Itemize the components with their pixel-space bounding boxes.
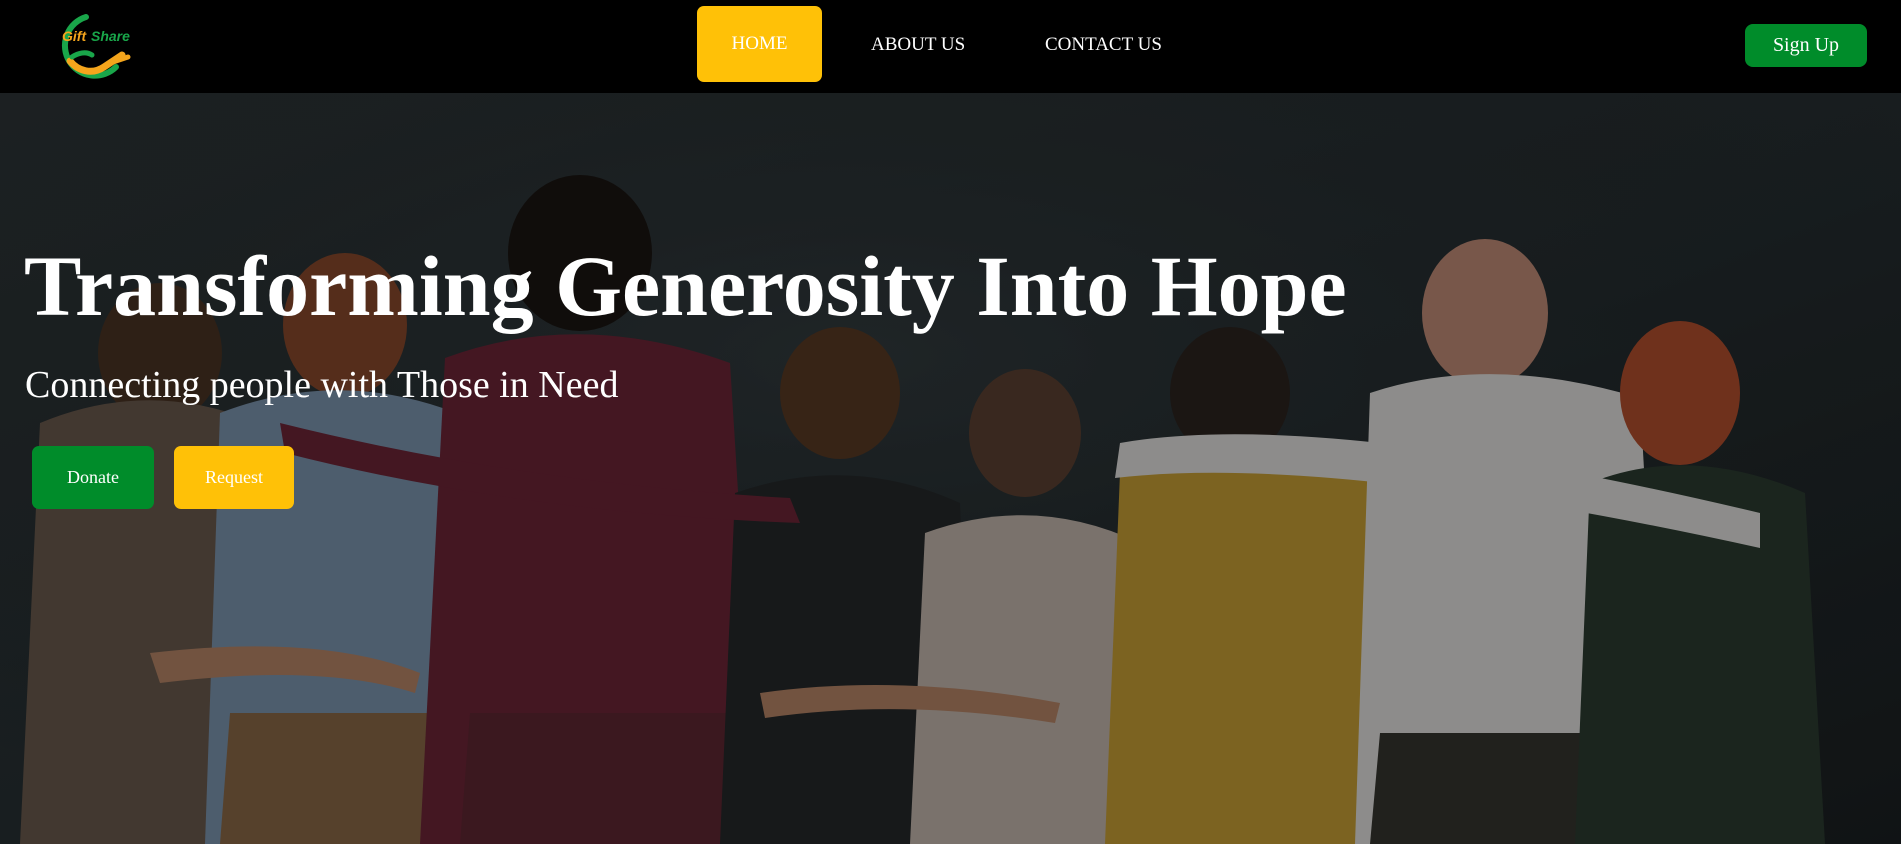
logo-text-share: Share — [91, 28, 130, 44]
nav-link-about-us[interactable]: ABOUT US — [871, 34, 965, 56]
logo-text-gift: Gift — [62, 28, 87, 44]
hero-title: Transforming Generosity Into Hope — [24, 238, 1347, 334]
navbar: Gift Share HOME ABOUT US CONTACT US Sign… — [0, 0, 1901, 93]
giftshare-logo[interactable]: Gift Share — [52, 5, 138, 81]
hero-subtitle: Connecting people with Those in Need — [25, 364, 619, 406]
hero-section: Transforming Generosity Into Hope Connec… — [0, 93, 1901, 844]
giftshare-logo-icon: Gift Share — [61, 14, 131, 79]
sign-up-button[interactable]: Sign Up — [1745, 24, 1867, 67]
nav-link-home[interactable]: HOME — [697, 6, 822, 82]
request-button[interactable]: Request — [174, 446, 294, 509]
nav-link-contact-us[interactable]: CONTACT US — [1045, 34, 1162, 56]
donate-button[interactable]: Donate — [32, 446, 154, 509]
main-navigation: HOME ABOUT US CONTACT US — [697, 6, 1162, 82]
